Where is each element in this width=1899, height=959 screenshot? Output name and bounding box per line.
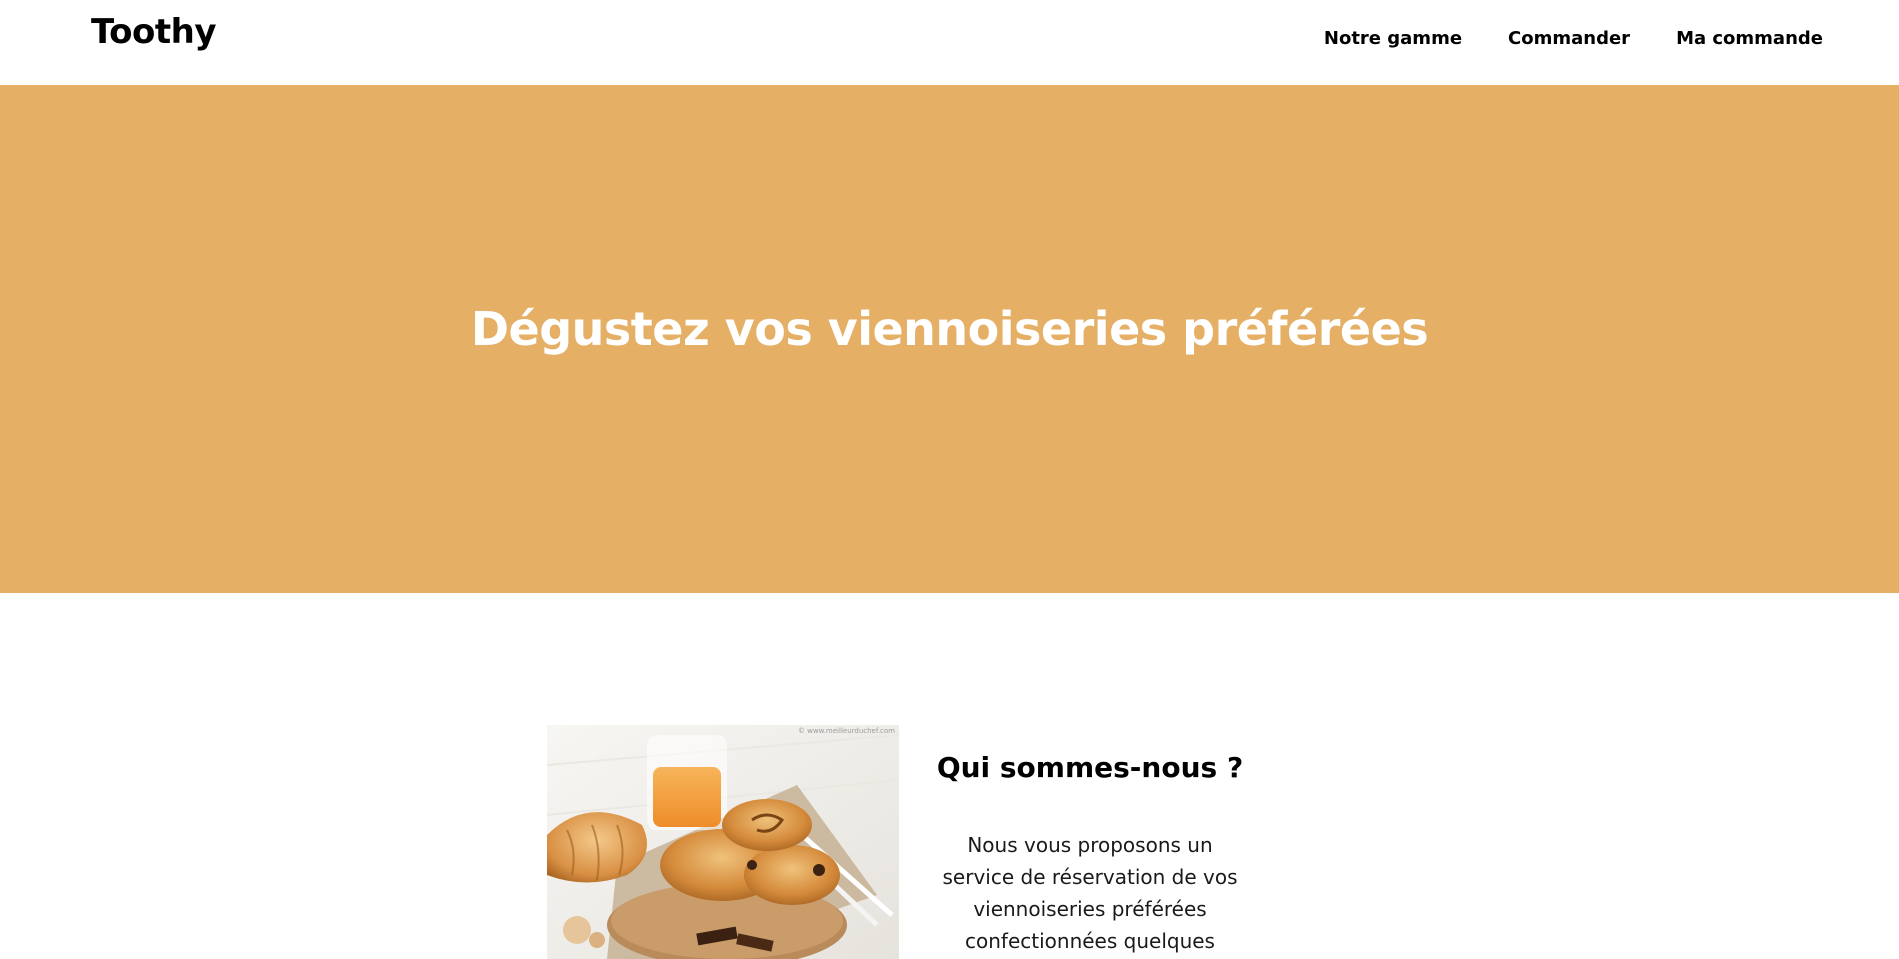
- about-section: Qui sommes-nous ? Nous vous proposons un…: [935, 745, 1245, 959]
- page: Toothy Notre gamme Commander Ma commande…: [0, 0, 1899, 959]
- photo-watermark: © www.meilleurduchef.com: [798, 727, 895, 735]
- pastries-photo: © www.meilleurduchef.com: [547, 725, 899, 959]
- nav-item-commander[interactable]: Commander: [1508, 27, 1630, 51]
- about-body: Nous vous proposons un service de réserv…: [942, 833, 1238, 953]
- brand-logo[interactable]: Toothy: [91, 12, 217, 52]
- site-header: Toothy Notre gamme Commander Ma commande: [0, 0, 1899, 85]
- nav-item-ma-commande[interactable]: Ma commande: [1676, 27, 1823, 51]
- hero-banner: Dégustez vos viennoiseries préférées: [0, 85, 1899, 593]
- nav-item-notre-gamme[interactable]: Notre gamme: [1324, 27, 1462, 51]
- about-title: Qui sommes-nous ?: [936, 751, 1244, 784]
- main-nav: Notre gamme Commander Ma commande: [1278, 27, 1823, 51]
- hero-title: Dégustez vos viennoiseries préférées: [470, 302, 1429, 356]
